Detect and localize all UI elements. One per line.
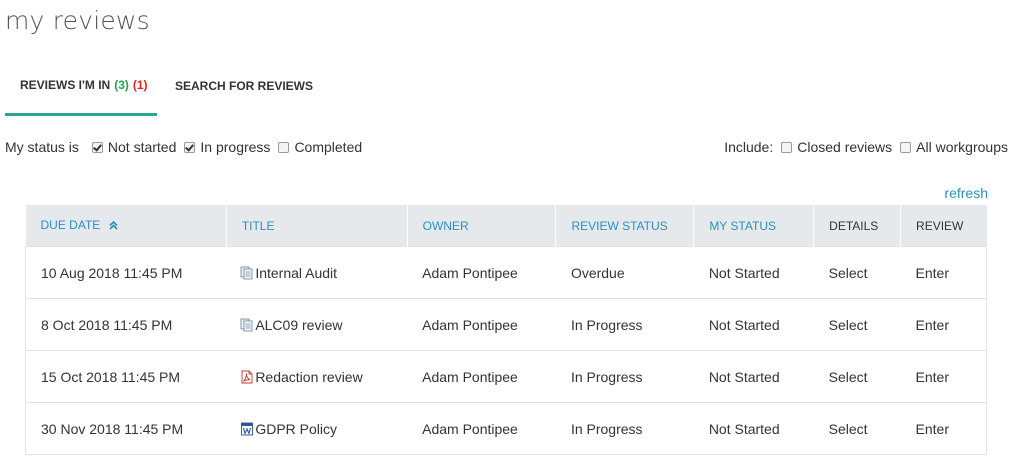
column-header-review: REVIEW (900, 205, 987, 247)
tab-bar: REVIEWS I'M IN (3) (1) SEARCH FOR REVIEW… (5, 56, 313, 118)
filter-in-progress[interactable]: In progress (184, 139, 270, 155)
sort-up-double-chevron-icon (109, 219, 118, 233)
filter-completed[interactable]: Completed (278, 139, 362, 155)
column-header-label: MY STATUS (709, 218, 776, 233)
column-header-title[interactable]: TITLE (225, 205, 408, 247)
column-header-due-date[interactable]: DUE DATE (25, 205, 227, 247)
in-progress-label: In progress (200, 139, 271, 155)
filter-not-started[interactable]: Not started (91, 139, 177, 155)
word-document-icon (240, 422, 254, 436)
my-status-label: My status is (5, 139, 79, 155)
completed-checkbox[interactable] (278, 141, 290, 153)
title-text: ALC09 review (255, 316, 343, 333)
my-status-cell: Not Started (693, 350, 814, 403)
my-status-filter: My status is Not started In progress Com… (5, 139, 362, 155)
column-header-owner[interactable]: OWNER (406, 205, 556, 247)
title-text: Internal Audit (255, 264, 338, 281)
my-status-cell: Not Started (693, 246, 814, 299)
in-progress-checkbox[interactable] (184, 141, 196, 153)
table-row: 30 Nov 2018 11:45 PM GDPR Policy Adam Po… (25, 402, 987, 455)
not-started-label: Not started (107, 139, 177, 155)
include-filter: Include: Closed reviews All workgroups (724, 139, 1008, 155)
tab-search-for-reviews[interactable]: SEARCH FOR REVIEWS (157, 56, 313, 116)
review-status-cell: Overdue (555, 246, 694, 299)
column-header-details: DETAILS (813, 205, 901, 247)
title-cell: ALC09 review (226, 298, 408, 351)
owner-cell: Adam Pontipee (407, 246, 556, 299)
pdf-file-icon (240, 370, 254, 384)
column-header-review-status[interactable]: REVIEW STATUS (555, 205, 694, 247)
tab-reviews-im-in-label: REVIEWS I'M IN (20, 77, 111, 92)
title-cell: Redaction review (226, 350, 408, 403)
document-stack-icon (240, 318, 254, 332)
table-row: 10 Aug 2018 11:45 PM Internal Audit Adam… (25, 246, 987, 299)
closed-reviews-label: Closed reviews (797, 139, 893, 155)
details-select-link[interactable]: Select (813, 350, 901, 403)
column-header-label: DETAILS (829, 218, 879, 233)
not-started-checkbox[interactable] (91, 141, 103, 153)
reviews-table: DUE DATE TITLE OWNER REVIEW STATUS MY ST… (25, 205, 987, 455)
title-text: GDPR Policy (255, 420, 337, 437)
table-row: 15 Oct 2018 11:45 PM Redaction review Ad… (25, 350, 987, 403)
all-workgroups-checkbox[interactable] (900, 141, 912, 153)
filter-closed-reviews[interactable]: Closed reviews (781, 139, 892, 155)
review-enter-link[interactable]: Enter (900, 402, 987, 455)
page-title: my reviews (5, 6, 150, 35)
column-header-my-status[interactable]: MY STATUS (693, 205, 814, 247)
completed-label: Completed (294, 139, 363, 155)
document-stack-icon (240, 266, 254, 280)
closed-reviews-checkbox[interactable] (781, 141, 793, 153)
due-date-cell: 30 Nov 2018 11:45 PM (25, 402, 227, 455)
column-header-label: DUE DATE (40, 218, 101, 233)
due-date-cell: 10 Aug 2018 11:45 PM (25, 246, 227, 299)
owner-cell: Adam Pontipee (407, 298, 556, 351)
title-cell: GDPR Policy (226, 402, 408, 455)
include-label: Include: (724, 139, 774, 155)
table-header-row: DUE DATE TITLE OWNER REVIEW STATUS MY ST… (25, 205, 987, 247)
my-status-cell: Not Started (693, 402, 814, 455)
filter-all-workgroups[interactable]: All workgroups (900, 139, 1008, 155)
details-select-link[interactable]: Select (813, 402, 901, 455)
column-header-label: REVIEW (916, 218, 964, 233)
tab-reviews-im-in[interactable]: REVIEWS I'M IN (3) (1) (5, 56, 157, 116)
details-select-link[interactable]: Select (813, 298, 901, 351)
column-header-label: REVIEW STATUS (571, 218, 668, 233)
review-enter-link[interactable]: Enter (900, 298, 987, 351)
due-date-cell: 15 Oct 2018 11:45 PM (25, 350, 227, 403)
review-status-cell: In Progress (555, 350, 694, 403)
review-status-cell: In Progress (555, 298, 694, 351)
refresh-link[interactable]: refresh (944, 185, 988, 201)
owner-cell: Adam Pontipee (407, 350, 556, 403)
all-workgroups-label: All workgroups (916, 139, 1008, 155)
review-enter-link[interactable]: Enter (900, 350, 987, 403)
tab-count-green: (3) (114, 77, 129, 92)
owner-cell: Adam Pontipee (407, 402, 556, 455)
tab-count-red: (1) (132, 77, 148, 92)
title-text: Redaction review (255, 368, 363, 385)
my-status-cell: Not Started (693, 298, 814, 351)
review-enter-link[interactable]: Enter (900, 246, 987, 299)
column-header-label: TITLE (241, 218, 275, 233)
title-cell: Internal Audit (226, 246, 408, 299)
due-date-cell: 8 Oct 2018 11:45 PM (25, 298, 227, 351)
review-status-cell: In Progress (555, 402, 694, 455)
column-header-label: OWNER (422, 218, 469, 233)
tab-search-for-reviews-label: SEARCH FOR REVIEWS (175, 79, 314, 93)
details-select-link[interactable]: Select (813, 246, 901, 299)
table-row: 8 Oct 2018 11:45 PM ALC09 review Adam Po… (25, 298, 987, 351)
